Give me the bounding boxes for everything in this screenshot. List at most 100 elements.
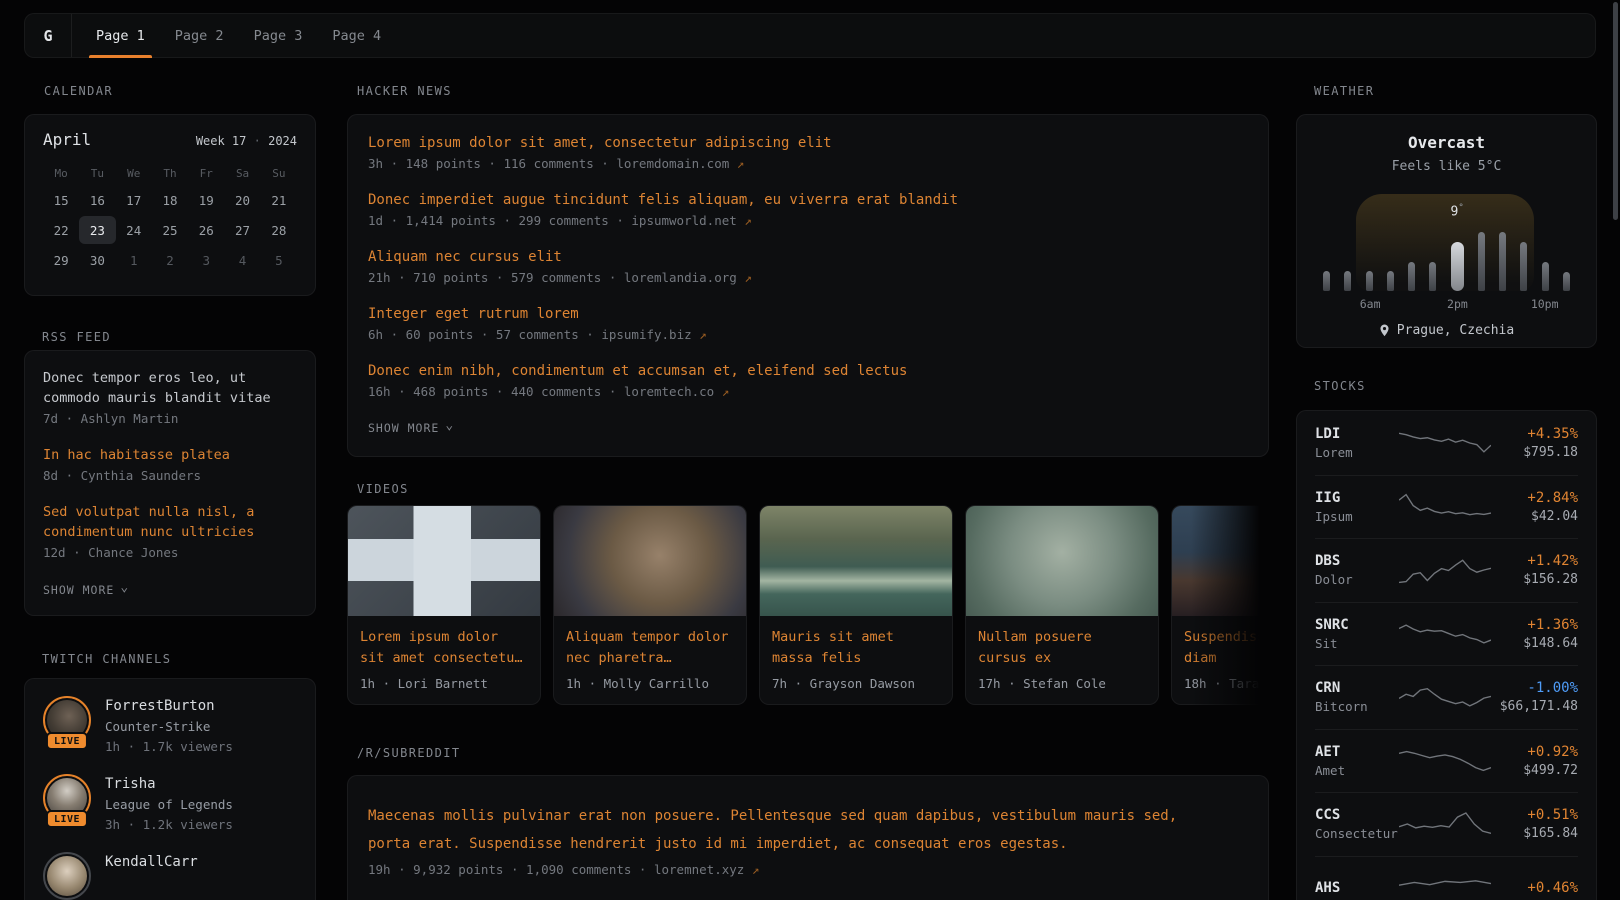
rss-item-title[interactable]: Donec tempor eros leo, ut commodo mauris… <box>43 368 297 408</box>
tab-page-2[interactable]: Page 2 <box>175 14 224 57</box>
hn-item-domain[interactable]: loremdomain.com <box>616 156 729 171</box>
hn-item-domain[interactable]: loremtech.co <box>624 384 714 399</box>
video-card[interactable]: Lorem ipsum dolorsit amet consectetu… 1h… <box>347 505 541 705</box>
video-card[interactable]: Mauris sit ametmassa felis 7h · Grayson … <box>759 505 953 705</box>
twitch-channel-row[interactable]: LIVE Trisha League of Legends 3h · 1.2k … <box>43 774 297 835</box>
calendar-day: 22 <box>43 216 79 244</box>
weather-hour-label: 10pm <box>1531 297 1559 311</box>
hn-item-domain[interactable]: ipsumify.biz <box>601 327 691 342</box>
calendar-day: 5 <box>261 246 297 274</box>
stock-name: Dolor <box>1315 571 1399 589</box>
calendar-day: 23 <box>79 216 115 244</box>
page-scrollbar[interactable] <box>1613 2 1618 220</box>
stock-row[interactable]: DBSDolor +1.42%$156.28 <box>1315 538 1578 602</box>
stock-sparkline <box>1399 425 1491 461</box>
external-link-icon: ↗ <box>699 327 707 342</box>
channel-category: League of Legends <box>105 795 233 815</box>
video-title: Mauris sit ametmassa felis <box>772 627 940 669</box>
avatar <box>47 856 87 896</box>
hn-item-title[interactable]: Lorem ipsum dolor sit amet, consectetur … <box>368 132 1248 154</box>
stock-symbol: AHS <box>1315 878 1399 898</box>
stock-symbol: SNRC <box>1315 615 1399 635</box>
reddit-post-domain[interactable]: loremnet.xyz <box>654 862 744 877</box>
hn-item-meta: 3h · 148 points · 116 comments · loremdo… <box>368 154 1248 174</box>
hackernews-section-label: HACKER NEWS <box>357 84 452 98</box>
hn-item-title[interactable]: Donec imperdiet augue tincidunt felis al… <box>368 189 1248 211</box>
hn-item: Aliquam nec cursus elit 21h · 710 points… <box>368 246 1248 288</box>
calendar-day: 26 <box>188 216 224 244</box>
hn-item-title[interactable]: Donec enim nibh, condimentum et accumsan… <box>368 360 1248 382</box>
hn-item-title[interactable]: Aliquam nec cursus elit <box>368 246 1248 268</box>
stock-sparkline <box>1399 552 1491 588</box>
app-logo[interactable]: G <box>25 14 72 57</box>
subreddit-section-label: /R/SUBREDDIT <box>357 746 461 760</box>
reddit-post-meta: 19h · 9,932 points · 1,090 comments · lo… <box>368 859 1248 881</box>
tab-page-1[interactable]: Page 1 <box>96 14 145 57</box>
live-badge: LIVE <box>46 810 88 828</box>
stock-row[interactable]: AHS +0.46% <box>1315 856 1578 900</box>
hn-item-domain[interactable]: ipsumworld.net <box>631 213 736 228</box>
stock-change: +0.46% <box>1491 878 1578 898</box>
reddit-post-title[interactable]: Maecenas mollis pulvinar erat non posuer… <box>368 802 1248 858</box>
hn-item: Lorem ipsum dolor sit amet, consectetur … <box>368 132 1248 174</box>
hn-item-domain[interactable]: loremlandia.org <box>624 270 737 285</box>
stock-row[interactable]: CRNBitcorn -1.00%$66,171.48 <box>1315 665 1578 729</box>
stock-row[interactable]: CCSConsectetur +0.51%$165.84 <box>1315 792 1578 856</box>
video-meta: 1h · Lori Barnett <box>360 676 528 691</box>
video-card[interactable]: Aliquam tempor dolornec pharetra… 1h · M… <box>553 505 747 705</box>
weather-condition: Overcast <box>1297 133 1596 152</box>
calendar-weekday: Fr <box>188 162 224 184</box>
hackernews-widget: Lorem ipsum dolor sit amet, consectetur … <box>347 114 1269 457</box>
calendar-weekday: We <box>116 162 152 184</box>
calendar-day: 4 <box>224 246 260 274</box>
video-card[interactable]: Nullam posuerecursus ex 17h · Stefan Col… <box>965 505 1159 705</box>
weather-location: Prague, Czechia <box>1297 323 1596 338</box>
tab-page-4[interactable]: Page 4 <box>332 14 381 57</box>
tab-page-3[interactable]: Page 3 <box>254 14 303 57</box>
stock-sparkline <box>1399 870 1491 900</box>
videos-carousel: Lorem ipsum dolorsit amet consectetu… 1h… <box>347 505 1269 715</box>
stock-row[interactable]: SNRCSit +1.36%$148.64 <box>1315 602 1578 666</box>
weather-bar <box>1542 262 1549 291</box>
hn-item-title[interactable]: Integer eget rutrum lorem <box>368 303 1248 325</box>
stock-change: +0.51% <box>1491 805 1578 825</box>
weather-bar <box>1478 232 1485 291</box>
calendar-weekday: Mo <box>43 162 79 184</box>
video-card[interactable]: Suspendissediam 18h · Tara <box>1171 505 1269 705</box>
videos-section-label: VIDEOS <box>357 482 409 496</box>
stock-row[interactable]: LDILorem +4.35%$795.18 <box>1315 411 1578 475</box>
stock-row[interactable]: IIGIpsum +2.84%$42.04 <box>1315 475 1578 539</box>
external-link-icon: ↗ <box>752 862 760 877</box>
calendar-weekday-row: MoTuWeThFrSaSu <box>43 162 297 184</box>
video-title: Lorem ipsum dolorsit amet consectetu… <box>360 627 528 669</box>
chevron-down-icon: ⌄ <box>445 422 454 430</box>
calendar-weekday: Th <box>152 162 188 184</box>
calendar-day: 1 <box>116 246 152 274</box>
calendar-day-grid: 1516171819202122232425262728293012345 <box>43 186 297 274</box>
rss-item-title[interactable]: In hac habitasse platea <box>43 445 297 465</box>
hn-show-more-button[interactable]: SHOW MORE ⌄ <box>368 421 454 435</box>
weather-hourly-bars <box>1323 194 1570 291</box>
twitch-channel-row[interactable]: LIVE ForrestBurton Counter-Strike 1h · 1… <box>43 696 297 757</box>
calendar-day: 24 <box>116 216 152 244</box>
live-badge: LIVE <box>46 732 88 750</box>
weather-widget: Overcast Feels like 5°C 9° 6am2pm10pm Pr… <box>1296 114 1597 348</box>
twitch-channel-row[interactable]: KendallCarr <box>43 852 297 900</box>
subreddit-widget: Maecenas mollis pulvinar erat non posuer… <box>347 775 1269 900</box>
rss-item-title[interactable]: Sed volutpat nulla nisl, a condimentum n… <box>43 502 297 542</box>
hn-item-meta: 21h · 710 points · 579 comments · loreml… <box>368 268 1248 288</box>
rss-item: Donec tempor eros leo, ut commodo mauris… <box>43 368 297 429</box>
calendar-day: 25 <box>152 216 188 244</box>
rss-item-meta: 8d · Cynthia Saunders <box>43 466 297 486</box>
video-title: Suspendissediam <box>1184 627 1269 669</box>
calendar-day: 30 <box>79 246 115 274</box>
calendar-weekday: Su <box>261 162 297 184</box>
rss-item-meta: 7d · Ashlyn Martin <box>43 409 297 429</box>
stock-name: Ipsum <box>1315 508 1399 526</box>
stock-change: +1.42% <box>1491 551 1578 571</box>
video-thumbnail <box>554 506 746 616</box>
weather-hour-label: 6am <box>1360 297 1381 311</box>
rss-show-more-button[interactable]: SHOW MORE ⌄ <box>43 583 129 597</box>
stock-row[interactable]: AETAmet +0.92%$499.72 <box>1315 729 1578 793</box>
rss-item: In hac habitasse platea 8d · Cynthia Sau… <box>43 445 297 486</box>
